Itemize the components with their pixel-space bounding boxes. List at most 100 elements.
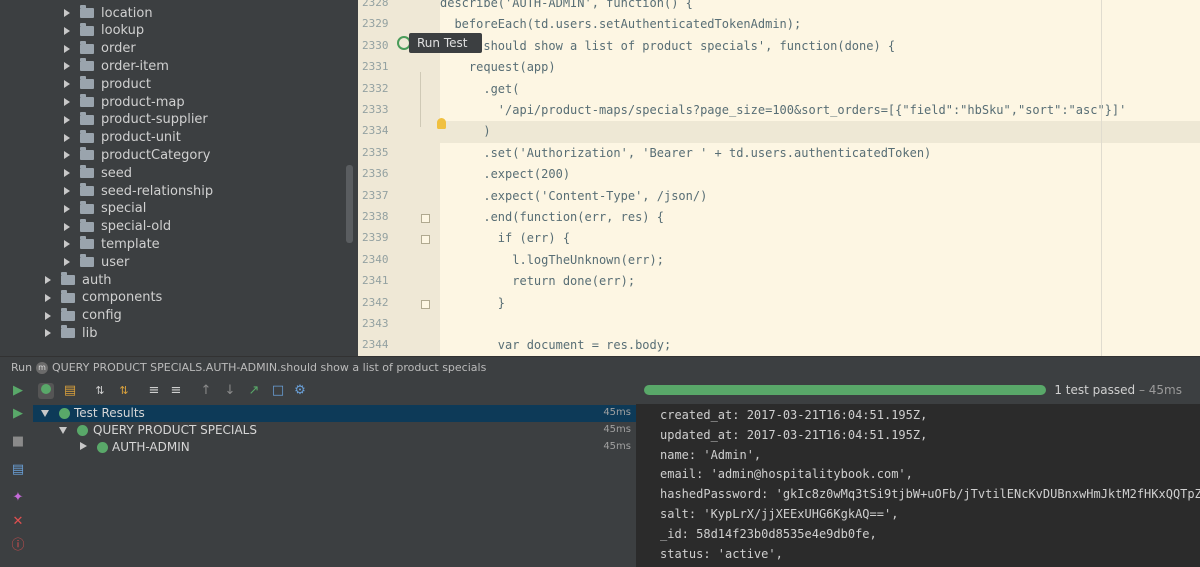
tree-item-label: auth bbox=[82, 272, 112, 288]
sort-duration-icon[interactable]: ⇅ bbox=[116, 383, 132, 399]
next-failed-icon[interactable]: ↓ bbox=[222, 383, 238, 399]
expand-arrow-icon[interactable] bbox=[64, 44, 70, 53]
folder-icon bbox=[61, 325, 75, 339]
code-line[interactable]: it('should show a list of product specia… bbox=[440, 36, 1200, 57]
expand-arrow-icon[interactable] bbox=[64, 240, 70, 249]
tree-folder-item[interactable]: location bbox=[64, 4, 153, 22]
pin-icon[interactable]: ✦ bbox=[10, 490, 26, 506]
code-line[interactable]: .end(function(err, res) { bbox=[440, 207, 1200, 228]
code-line[interactable]: '/api/product-maps/specials?page_size=10… bbox=[440, 100, 1200, 121]
expand-arrow-icon[interactable] bbox=[64, 26, 70, 35]
expand-all-icon[interactable]: ≡ bbox=[146, 383, 162, 399]
expand-arrow-icon[interactable] bbox=[45, 276, 51, 284]
tree-folder-item[interactable]: seed bbox=[64, 164, 132, 182]
run-test-tooltip: Run Test bbox=[409, 33, 482, 53]
fold-marker-icon[interactable] bbox=[421, 214, 430, 223]
expand-arrow-icon[interactable] bbox=[59, 427, 67, 434]
expand-arrow-icon[interactable] bbox=[64, 204, 70, 213]
code-line[interactable]: request(app) bbox=[440, 57, 1200, 78]
tree-folder-item[interactable]: product-map bbox=[64, 93, 185, 111]
code-editor[interactable]: 2328 2329 2330 2331 2332 2333 2334 2335 2336 2337… bbox=[358, 0, 1200, 356]
import-icon[interactable]: □ bbox=[270, 383, 286, 399]
expand-arrow-icon[interactable] bbox=[45, 311, 51, 320]
tree-scrollbar[interactable] bbox=[346, 165, 353, 243]
code-line[interactable]: } bbox=[440, 293, 1200, 314]
code-line[interactable]: .expect('Content-Type', /json/) bbox=[440, 186, 1200, 207]
layout-icon[interactable]: ▤ bbox=[10, 462, 26, 478]
run-icon[interactable]: ▶ bbox=[10, 383, 26, 399]
code-line[interactable]: .get( bbox=[440, 79, 1200, 100]
code-line[interactable]: ) bbox=[440, 121, 1200, 143]
code-line[interactable]: return done(err); bbox=[440, 271, 1200, 292]
expand-arrow-icon[interactable] bbox=[64, 187, 70, 195]
fold-marker-icon[interactable] bbox=[421, 299, 430, 309]
line-number: 2332 bbox=[362, 81, 389, 95]
close-icon[interactable]: ✕ bbox=[10, 514, 26, 530]
tree-folder-item[interactable]: order-item bbox=[64, 57, 169, 75]
tree-folder-item[interactable]: template bbox=[64, 235, 160, 253]
code-line[interactable]: if (err) { bbox=[440, 228, 1200, 249]
tree-folder-item[interactable]: special bbox=[64, 200, 146, 218]
code-line[interactable]: l.logTheUnknown(err); bbox=[440, 250, 1200, 271]
expand-arrow-icon[interactable] bbox=[41, 410, 49, 417]
console-line: salt: 'KypLrX/jjXEExUHG6KgkAQ==', bbox=[660, 507, 899, 521]
tree-folder-item[interactable]: order bbox=[64, 40, 136, 58]
tree-folder-item[interactable]: product-unit bbox=[64, 129, 181, 147]
collapse-all-icon[interactable]: ≡ bbox=[168, 383, 184, 399]
expand-arrow-icon[interactable] bbox=[64, 169, 70, 178]
test-results-row[interactable]: Test Results 45ms bbox=[33, 405, 636, 422]
tree-folder-item[interactable]: product-supplier bbox=[64, 111, 208, 129]
prev-failed-icon[interactable]: ↑ bbox=[198, 383, 214, 399]
tree-folder-item[interactable]: config bbox=[45, 307, 122, 325]
sort-alpha-icon[interactable]: ⇅ bbox=[92, 383, 108, 399]
code-line[interactable]: .set('Authorization', 'Bearer ' + td.use… bbox=[440, 143, 1200, 164]
tree-folder-item[interactable]: lib bbox=[45, 324, 97, 342]
tree-item-label: product-map bbox=[101, 94, 185, 110]
test-suite-row[interactable]: QUERY PRODUCT SPECIALS 45ms bbox=[33, 422, 636, 439]
folder-icon bbox=[80, 165, 94, 179]
expand-arrow-icon[interactable] bbox=[45, 293, 51, 302]
tree-item-label: user bbox=[101, 254, 130, 270]
expand-arrow-icon[interactable] bbox=[64, 9, 70, 17]
expand-arrow-icon[interactable] bbox=[64, 133, 70, 142]
lightbulb-icon[interactable] bbox=[437, 118, 446, 129]
expand-arrow-icon[interactable] bbox=[64, 222, 70, 231]
tree-folder-item[interactable]: special-old bbox=[64, 218, 171, 236]
tree-folder-item[interactable]: auth bbox=[45, 271, 112, 289]
stop-icon[interactable]: ■ bbox=[10, 434, 26, 450]
code-line[interactable]: beforeEach(td.users.setAuthenticatedToke… bbox=[440, 14, 1200, 35]
code-line[interactable]: .expect(200) bbox=[440, 164, 1200, 185]
expand-arrow-icon[interactable] bbox=[64, 115, 70, 124]
code-line[interactable]: describe('AUTH-ADMIN', function() { bbox=[440, 0, 1200, 14]
expand-arrow-icon[interactable] bbox=[64, 258, 70, 267]
console-line: name: 'Admin', bbox=[660, 447, 762, 462]
tree-item-label: location bbox=[101, 5, 153, 21]
console-output[interactable]: created_at: 2017-03-21T16:04:51.195Z, upd… bbox=[636, 404, 1200, 567]
collapse-arrow-icon[interactable] bbox=[80, 442, 87, 450]
help-icon[interactable]: ⓘ bbox=[10, 538, 26, 554]
tree-folder-item[interactable]: seed-relationship bbox=[64, 182, 213, 200]
test-suite-row[interactable]: AUTH-ADMIN 45ms bbox=[33, 439, 636, 456]
rerun-failed-icon[interactable]: ▶ bbox=[10, 406, 26, 422]
export-icon[interactable]: ↗ bbox=[246, 383, 262, 399]
tree-folder-item[interactable]: product bbox=[64, 75, 151, 93]
expand-arrow-icon[interactable] bbox=[64, 98, 70, 106]
code-line[interactable] bbox=[440, 314, 1200, 335]
settings-icon[interactable]: ⚙ bbox=[292, 383, 308, 399]
tree-folder-item[interactable]: lookup bbox=[64, 22, 144, 40]
expand-arrow-icon[interactable] bbox=[45, 329, 51, 338]
expand-arrow-icon[interactable] bbox=[64, 80, 70, 89]
folder-icon bbox=[80, 22, 94, 36]
expand-arrow-icon[interactable] bbox=[64, 62, 70, 71]
tree-folder-item[interactable]: components bbox=[45, 289, 162, 307]
tree-folder-item[interactable]: user bbox=[64, 253, 129, 271]
expand-arrow-icon[interactable] bbox=[64, 151, 70, 160]
toggle-passed-icon[interactable] bbox=[38, 383, 54, 399]
toggle-ignored-icon[interactable]: ▤ bbox=[62, 383, 78, 399]
tree-item-label: components bbox=[82, 290, 163, 306]
tree-folder-item[interactable]: productCategory bbox=[64, 146, 210, 164]
test-progress-area: 1 test passed – 45ms bbox=[636, 378, 1200, 404]
tree-item-label: seed-relationship bbox=[101, 183, 214, 199]
fold-marker-icon[interactable] bbox=[421, 235, 430, 245]
code-line[interactable]: var document = res.body; bbox=[440, 335, 1200, 356]
